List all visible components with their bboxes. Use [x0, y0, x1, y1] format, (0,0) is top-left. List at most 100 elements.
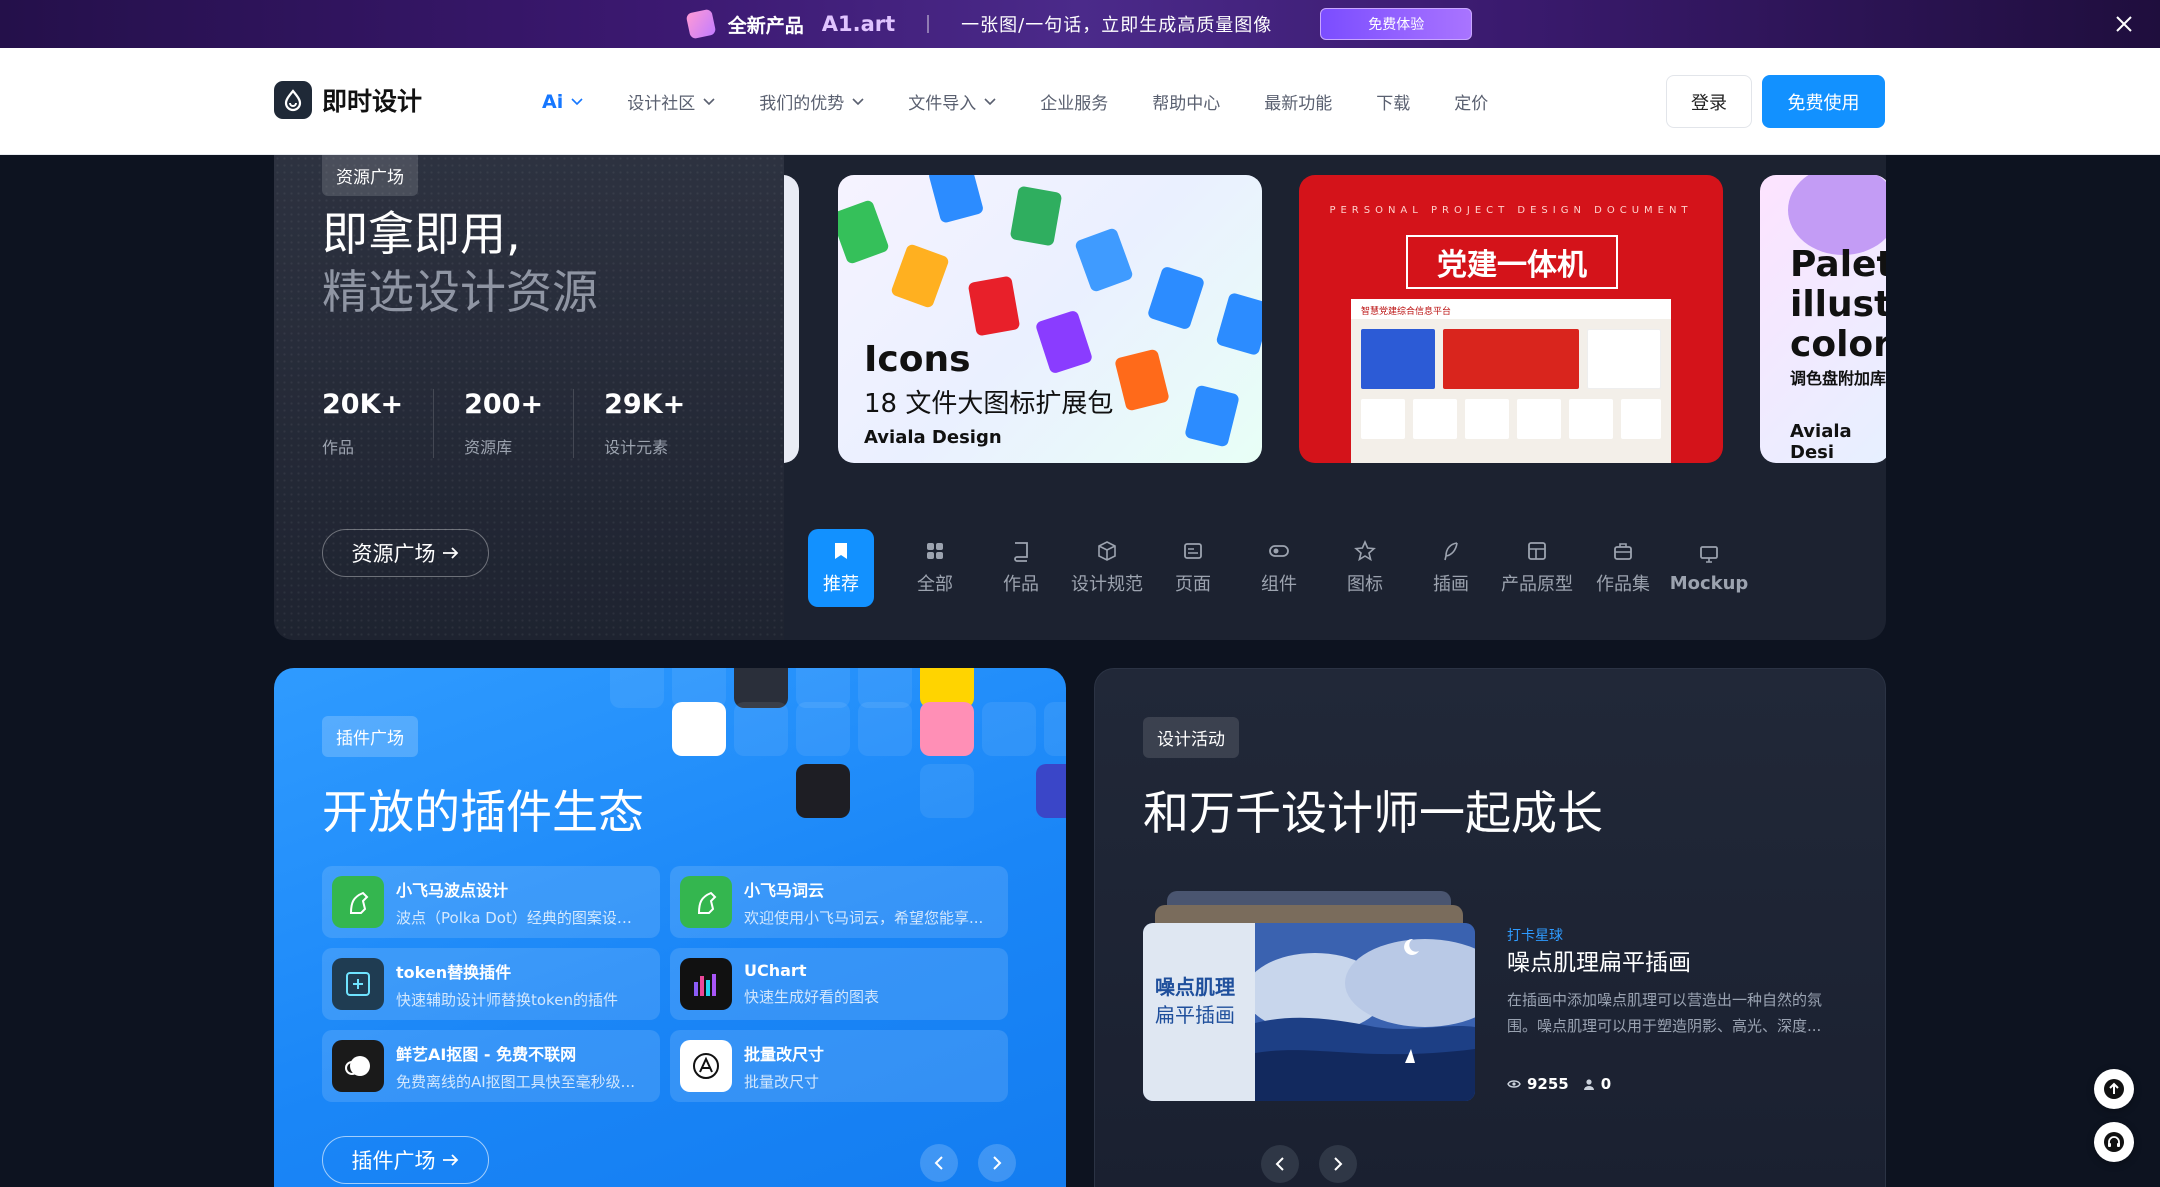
carousel-next-button[interactable]	[978, 1144, 1016, 1182]
stat-label: 设计元素	[604, 438, 669, 457]
resource-card-partial[interactable]	[784, 175, 799, 463]
activity-name[interactable]: 噪点肌理扁平插画	[1507, 943, 1691, 977]
stat-works: 20K+ 作品	[322, 389, 435, 458]
plugin-item[interactable]: token替换插件 快速辅助设计师替换token的插件	[322, 948, 660, 1020]
stat-label: 作品	[322, 438, 355, 457]
card-title: Icons	[864, 339, 971, 380]
free-use-button[interactable]: 免费使用	[1762, 75, 1885, 128]
tab-label: 设计规范	[1071, 574, 1143, 595]
nav-advantages[interactable]: 我们的优势	[759, 89, 864, 114]
plugin-item[interactable]: 小飞马词云 欢迎使用小飞马词云，希望您能享...	[670, 866, 1008, 938]
tab-illustrations[interactable]: 插画	[1408, 529, 1494, 607]
card-subtitle: 调色盘附加库	[1790, 369, 1886, 388]
plugin-title: 开放的插件生态	[322, 785, 644, 839]
preview-block	[1517, 399, 1561, 439]
nav-import[interactable]: 文件导入	[908, 89, 996, 114]
preview-block	[1465, 399, 1509, 439]
activity-kicker: 打卡星球	[1507, 928, 1563, 944]
plugin-name: token替换插件	[396, 962, 512, 982]
plugin-plaza-button[interactable]: 插件广场	[322, 1136, 489, 1184]
tab-recommended[interactable]: 推荐	[808, 529, 874, 607]
nav-label: 企业服务	[1040, 94, 1109, 114]
tab-portfolio[interactable]: 作品集	[1580, 529, 1666, 607]
tab-pages[interactable]: 页面	[1150, 529, 1236, 607]
chevron-down-icon	[852, 97, 864, 105]
briefcase-icon	[1614, 543, 1632, 560]
file-icon	[1146, 265, 1206, 331]
plugin-desc: 波点（Polka Dot）经典的图案设计...	[396, 908, 644, 927]
tab-icons[interactable]: 图标	[1322, 529, 1408, 607]
resource-stats: 20K+ 作品 200+ 资源库 29K+ 设计元素	[322, 389, 745, 458]
resource-card-icons[interactable]: Icons 18 文件大图标扩展包 Aviala Design	[838, 175, 1262, 463]
plugin-item[interactable]: 批量改尺寸 批量改尺寸	[670, 1030, 1008, 1102]
login-button[interactable]: 登录	[1666, 75, 1752, 128]
tab-components[interactable]: 组件	[1236, 529, 1322, 607]
cover-text: 扁平插画	[1155, 1003, 1235, 1027]
nav-enterprise[interactable]: 企业服务	[1040, 89, 1108, 114]
tab-all[interactable]: 全部	[892, 529, 978, 607]
nav-download[interactable]: 下载	[1376, 89, 1410, 114]
bg-tile	[796, 702, 850, 756]
tab-mockup[interactable]: Mockup	[1666, 529, 1752, 607]
main-nav: Ai 设计社区 我们的优势 文件导入 企业服务 帮助中心 最新功能 下载 定价	[542, 89, 1532, 115]
plugin-name: 批量改尺寸	[744, 1044, 825, 1064]
tab-label: 作品	[1003, 574, 1039, 595]
eye-icon	[1507, 1080, 1521, 1088]
bg-tile	[920, 764, 974, 818]
stat-libraries: 200+ 资源库	[464, 389, 575, 458]
card-brand: Aviala Design	[864, 427, 1002, 448]
nav-ai[interactable]: Ai	[542, 91, 583, 113]
plugin-name: UChart	[744, 961, 807, 980]
activity-desc: 在插画中添加噪点肌理可以营造出一种自然的氛围。噪点肌理可以用于塑造阴影、高光、深…	[1507, 991, 1823, 1035]
close-icon[interactable]	[2112, 12, 2136, 36]
cover-text: 噪点肌理	[1155, 975, 1235, 999]
resource-card-palette[interactable]: Palet illustr color 调色盘附加库 Aviala Desi	[1760, 175, 1886, 463]
carousel-prev-button[interactable]	[1261, 1145, 1299, 1183]
activity-cover[interactable]: 噪点肌理 扁平插画	[1143, 923, 1475, 1101]
tab-works[interactable]: 作品	[978, 529, 1064, 607]
activity-section: 设计活动 和万千设计师一起成长 噪点肌理 扁平插画 打卡星球 噪点肌理扁平插画 …	[1094, 668, 1886, 1187]
bg-tile	[796, 764, 850, 818]
logo-icon	[274, 81, 312, 119]
site-logo[interactable]: 即时设计	[274, 81, 422, 119]
carousel-prev-button[interactable]	[920, 1144, 958, 1182]
preview-block	[1413, 399, 1457, 439]
resource-title-line1: 即拿即用,	[322, 207, 521, 261]
preview-block	[1361, 329, 1435, 389]
card-title-line: color	[1790, 324, 1886, 365]
tab-prototypes[interactable]: 产品原型	[1494, 529, 1580, 607]
nav-pricing[interactable]: 定价	[1454, 89, 1488, 114]
nav-help[interactable]: 帮助中心	[1152, 89, 1220, 114]
headset-icon	[2104, 1132, 2124, 1152]
back-to-top-button[interactable]	[2094, 1069, 2134, 1109]
tab-label: 图标	[1347, 574, 1383, 595]
resource-plaza-button[interactable]: 资源广场	[322, 529, 489, 577]
carousel-next-button[interactable]	[1319, 1145, 1357, 1183]
promo-try-button[interactable]: 免费体验	[1320, 8, 1473, 40]
support-button[interactable]	[2094, 1122, 2134, 1162]
tab-label: 推荐	[823, 574, 859, 595]
resource-tag: 资源广场	[322, 155, 418, 196]
resource-section: 资源广场 即拿即用, 精选设计资源 20K+ 作品 200+ 资源库 29K+ …	[274, 155, 1886, 640]
plugin-desc: 免费离线的AI抠图工具快至毫秒级...	[396, 1072, 635, 1091]
tab-design-spec[interactable]: 设计规范	[1064, 529, 1150, 607]
plugin-desc: 批量改尺寸	[744, 1072, 820, 1091]
chevron-right-icon	[1334, 1157, 1343, 1171]
views-count: 9255	[1507, 1075, 1569, 1093]
chevron-down-icon	[571, 97, 583, 105]
nav-new-features[interactable]: 最新功能	[1264, 89, 1332, 114]
bar-chart-icon	[680, 958, 732, 1010]
activity-tag: 设计活动	[1143, 717, 1239, 758]
plugin-item[interactable]: 小飞马波点设计 波点（Polka Dot）经典的图案设计...	[322, 866, 660, 938]
activity-title: 和万千设计师一起成长	[1143, 786, 1603, 840]
monitor-icon	[1700, 545, 1718, 563]
promo-banner[interactable]: 全新产品 A1.art 一张图/一句话，立即生成高质量图像 免费体验	[0, 0, 2160, 48]
nav-community[interactable]: 设计社区	[627, 89, 715, 114]
plugin-item[interactable]: 鲜艺AI抠图 - 免费不联网 免费离线的AI抠图工具快至毫秒级...	[322, 1030, 660, 1102]
bg-tile	[610, 668, 664, 708]
activity-meta: 9255 0	[1507, 1075, 1611, 1093]
members-value: 0	[1600, 1075, 1612, 1093]
plugin-item[interactable]: UChart 快速生成好看的图表	[670, 948, 1008, 1020]
resource-card-party[interactable]: PERSONAL PROJECT DESIGN DOCUMENT 党建一体机 智…	[1299, 175, 1723, 463]
button-label: 资源广场	[351, 542, 436, 566]
